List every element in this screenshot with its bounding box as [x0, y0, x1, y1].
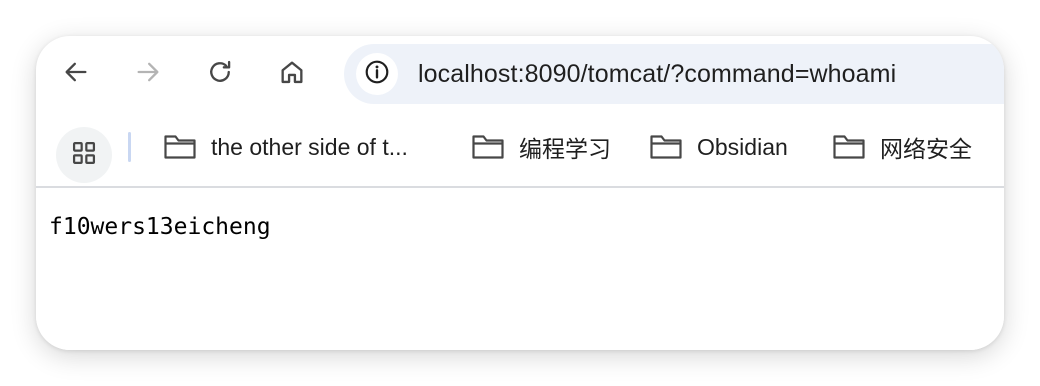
url-text[interactable]: localhost:8090/tomcat/?command=whoami: [418, 58, 896, 90]
folder-icon: [832, 133, 880, 161]
forward-button[interactable]: [126, 50, 170, 94]
bookmark-folder-network-security[interactable]: 网络安全: [832, 130, 972, 164]
home-button[interactable]: [270, 50, 314, 94]
back-button[interactable]: [54, 50, 98, 94]
home-icon: [278, 58, 306, 86]
info-icon: [364, 59, 390, 90]
arrow-left-icon: [62, 58, 90, 86]
command-output-text: f10wers13eicheng: [49, 214, 271, 240]
screenshot-stage: localhost:8090/tomcat/?command=whoami th…: [0, 0, 1040, 386]
site-info-button[interactable]: [356, 53, 398, 95]
browser-toolbar: localhost:8090/tomcat/?command=whoami: [36, 36, 1004, 110]
bookmark-folder-the-other-side[interactable]: the other side of t...: [163, 130, 408, 164]
bookmark-folder-programming[interactable]: 编程学习: [471, 130, 611, 164]
bookmarks-bar: the other side of t... 编程学习 Obsidian 网络安…: [36, 110, 1004, 186]
folder-icon: [163, 133, 211, 161]
bookmarks-divider: [128, 132, 131, 162]
bookmark-label: the other side of t...: [211, 133, 408, 160]
folder-icon: [471, 133, 519, 161]
bookmark-label: 网络安全: [880, 136, 972, 162]
reload-button[interactable]: [198, 50, 242, 94]
apps-button[interactable]: [56, 127, 112, 183]
bookmark-label: Obsidian: [697, 133, 788, 160]
reload-icon: [206, 58, 234, 86]
page-content: f10wers13eicheng: [36, 188, 1004, 350]
bookmark-label: 编程学习: [519, 136, 611, 162]
address-bar[interactable]: localhost:8090/tomcat/?command=whoami: [344, 44, 1004, 104]
folder-icon: [649, 133, 697, 161]
browser-window: localhost:8090/tomcat/?command=whoami th…: [36, 36, 1004, 350]
apps-grid-icon: [70, 139, 98, 172]
bookmark-folder-obsidian[interactable]: Obsidian: [649, 130, 788, 164]
arrow-right-icon: [134, 58, 162, 86]
